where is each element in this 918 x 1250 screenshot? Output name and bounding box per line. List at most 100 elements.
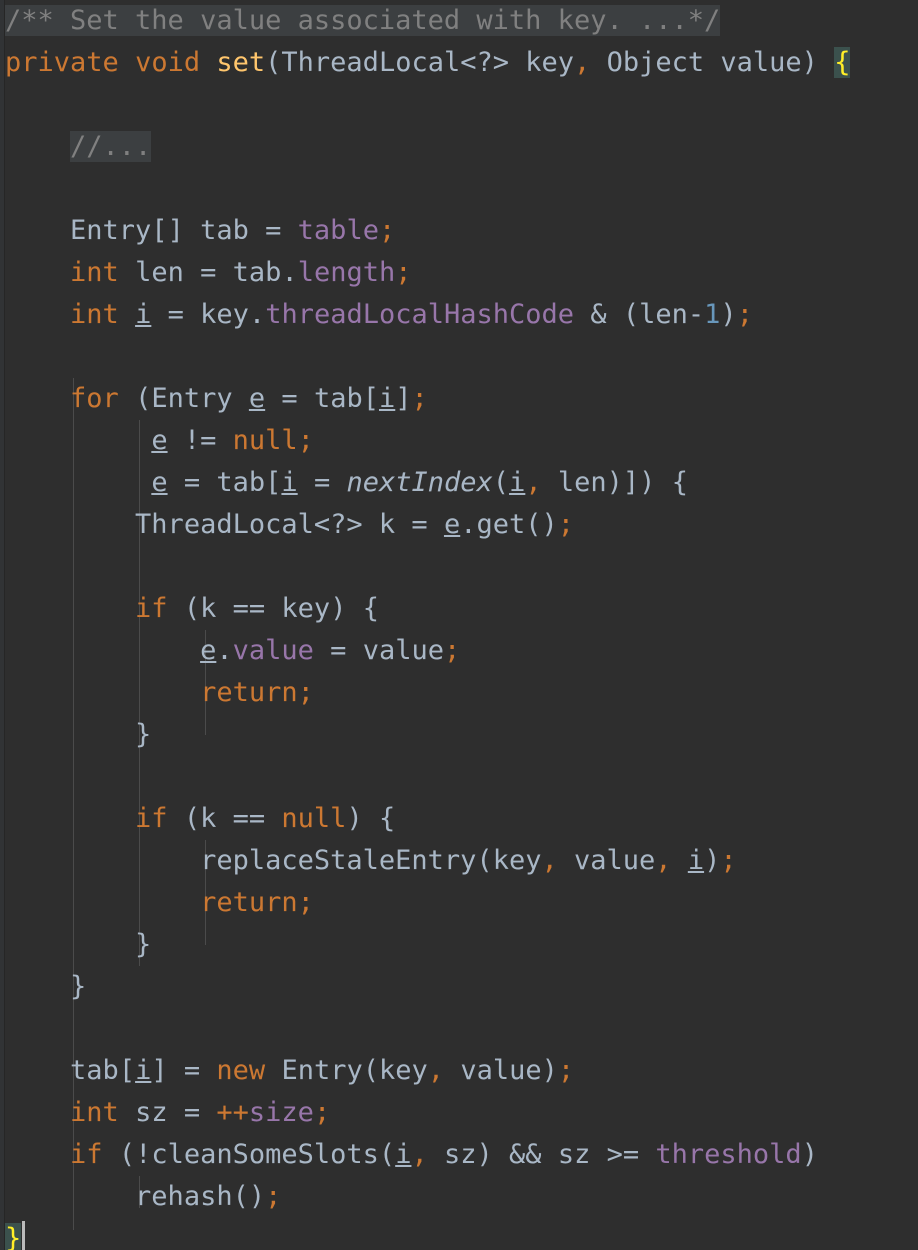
paren-open: ( xyxy=(622,299,640,330)
code-line[interactable]: private void set(ThreadLocal<?> key, Obj… xyxy=(5,42,918,84)
code-line[interactable]: return; xyxy=(5,882,918,924)
keyword-int: int xyxy=(70,299,119,330)
code-line[interactable]: rehash(); xyxy=(5,1176,918,1218)
code-line[interactable]: tab[i] = new Entry(key, value); xyxy=(5,1050,918,1092)
var-i: i xyxy=(509,467,526,498)
field-threshold: threshold xyxy=(655,1139,802,1170)
param-value: value xyxy=(574,845,656,876)
param-value: value xyxy=(460,1055,542,1086)
logical-not-op: ! xyxy=(135,1139,152,1170)
var-i: i xyxy=(379,383,396,414)
field-value: value xyxy=(232,635,314,666)
code-line[interactable]: Entry[] tab = table; xyxy=(5,210,918,252)
assign-op: = xyxy=(183,1055,201,1086)
assign-op: = xyxy=(183,467,201,498)
assign-op: = xyxy=(330,635,347,666)
code-line[interactable]: int sz = ++size; xyxy=(5,1092,918,1134)
brace-close: } xyxy=(135,719,152,750)
increment-op: ++ xyxy=(216,1097,249,1128)
matched-brace-open: { xyxy=(834,47,851,78)
equality-op: == xyxy=(232,803,266,834)
field-threadlocalhashcode: threadLocalHashCode xyxy=(265,299,575,330)
code-line[interactable]: int i = key.threadLocalHashCode & (len-1… xyxy=(5,294,918,336)
javadoc-comment: /** Set the value associated with key. .… xyxy=(5,5,721,36)
code-line[interactable]: } xyxy=(5,1218,918,1250)
semicolon: ; xyxy=(557,1055,575,1086)
param-key: key xyxy=(379,1055,428,1086)
code-line-blank[interactable] xyxy=(5,84,918,126)
var-len: len xyxy=(557,467,607,498)
code-line-blank[interactable] xyxy=(5,1008,918,1050)
brace-open: { xyxy=(362,593,379,624)
code-line[interactable]: } xyxy=(5,924,918,966)
code-content[interactable]: /** Set the value associated with key. .… xyxy=(5,0,918,1250)
semicolon: ; xyxy=(443,635,461,666)
code-line[interactable]: } xyxy=(5,966,918,1008)
comma: , xyxy=(574,47,591,78)
dot: . xyxy=(248,299,266,330)
parens: () xyxy=(232,1181,266,1212)
brace-open: { xyxy=(378,803,396,834)
code-line[interactable]: replaceStaleEntry(key, value, i); xyxy=(5,840,918,882)
not-equal-op: != xyxy=(183,425,217,456)
assign-op: = xyxy=(200,257,217,288)
var-sz: sz xyxy=(135,1097,168,1128)
paren-close: ) xyxy=(639,467,656,498)
parens: () xyxy=(525,509,558,540)
param-value: value xyxy=(362,635,444,666)
code-line-blank[interactable] xyxy=(5,168,918,210)
paren-close: ) xyxy=(720,299,737,330)
type-threadlocal: ThreadLocal<?> xyxy=(281,47,509,78)
code-line[interactable]: ThreadLocal<?> k = e.get(); xyxy=(5,504,918,546)
var-e: e xyxy=(443,509,461,540)
bracket-open: [ xyxy=(362,383,379,414)
semicolon: ; xyxy=(297,425,314,456)
paren-close: ) xyxy=(801,47,818,78)
var-len: len xyxy=(639,299,688,330)
comma: , xyxy=(411,1139,428,1170)
inline-comment: //... xyxy=(70,131,152,162)
var-i: i xyxy=(135,1055,152,1086)
bracket-close: ] xyxy=(622,467,640,498)
comma: , xyxy=(525,467,542,498)
code-line[interactable]: if (k == null) { xyxy=(5,798,918,840)
equality-op: == xyxy=(232,593,266,624)
field-size: size xyxy=(248,1097,314,1128)
var-sz: sz xyxy=(443,1139,477,1170)
code-line[interactable]: return; xyxy=(5,672,918,714)
code-line[interactable]: if (k == key) { xyxy=(5,588,918,630)
semicolon: ; xyxy=(736,299,753,330)
paren-close: ) xyxy=(704,845,721,876)
keyword-int: int xyxy=(70,257,119,288)
assign-op: = xyxy=(281,383,298,414)
static-method-nextindex: nextIndex xyxy=(346,467,493,498)
paren-open: ( xyxy=(362,1055,379,1086)
code-line[interactable]: //... xyxy=(5,126,918,168)
code-line[interactable]: int len = tab.length; xyxy=(5,252,918,294)
keyword-if: if xyxy=(135,593,168,624)
code-line[interactable]: if (!cleanSomeSlots(i, sz) && sz >= thre… xyxy=(5,1134,918,1176)
code-line[interactable]: for (Entry e = tab[i]; xyxy=(5,378,918,420)
bracket-open: [ xyxy=(265,467,282,498)
type-entry: Entry xyxy=(281,1055,363,1086)
keyword-for: for xyxy=(70,383,119,414)
code-line[interactable]: /** Set the value associated with key. .… xyxy=(5,0,918,42)
assign-op: = xyxy=(167,299,184,330)
code-line[interactable]: e = tab[i = nextIndex(i, len)]) { xyxy=(5,462,918,504)
var-i: i xyxy=(281,467,298,498)
param-key: key xyxy=(492,845,542,876)
code-line-blank[interactable] xyxy=(5,546,918,588)
minus-op: - xyxy=(687,299,705,330)
code-line[interactable]: e.value = value; xyxy=(5,630,918,672)
code-line-blank[interactable] xyxy=(5,336,918,378)
code-line[interactable]: e != null; xyxy=(5,420,918,462)
type-entry: Entry xyxy=(151,383,233,414)
paren-open: ( xyxy=(378,1139,396,1170)
code-line[interactable]: } xyxy=(5,714,918,756)
comma: , xyxy=(427,1055,445,1086)
keyword-return: return xyxy=(200,887,298,918)
var-tab: tab xyxy=(216,467,266,498)
code-line-blank[interactable] xyxy=(5,756,918,798)
code-editor[interactable]: /** Set the value associated with key. .… xyxy=(0,0,918,1250)
keyword-private: private xyxy=(5,47,119,78)
